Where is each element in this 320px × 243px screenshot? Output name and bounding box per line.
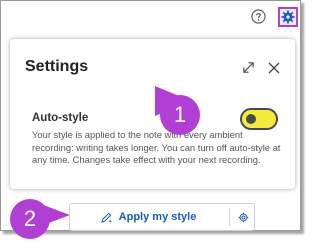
apply-style-bar: Apply my style — [69, 203, 255, 231]
divider — [229, 208, 230, 226]
apply-my-style-button[interactable]: Apply my style — [70, 204, 226, 230]
callout-1-badge: 1 — [160, 95, 200, 135]
question-circle-icon[interactable] — [251, 9, 266, 24]
toggle-knob — [246, 114, 256, 124]
pen-sparkle-icon — [101, 212, 112, 223]
gear-icon — [281, 10, 295, 24]
callout-2-badge: 2 — [10, 199, 50, 239]
settings-window: Settings Auto-style Your style is applie… — [0, 0, 301, 231]
auto-style-label: Auto-style — [32, 112, 89, 124]
expand-icon[interactable] — [242, 61, 255, 74]
gear-icon — [238, 212, 248, 222]
apply-style-settings-button[interactable] — [232, 204, 254, 230]
settings-panel: Settings Auto-style Your style is applie… — [10, 39, 295, 189]
auto-style-description: Your style is applied to the note with e… — [32, 129, 281, 165]
apply-my-style-label: Apply my style — [118, 211, 197, 223]
auto-style-toggle[interactable] — [240, 108, 278, 130]
close-icon[interactable] — [268, 61, 280, 74]
settings-gear-button[interactable] — [278, 7, 298, 27]
panel-title: Settings — [25, 58, 89, 75]
